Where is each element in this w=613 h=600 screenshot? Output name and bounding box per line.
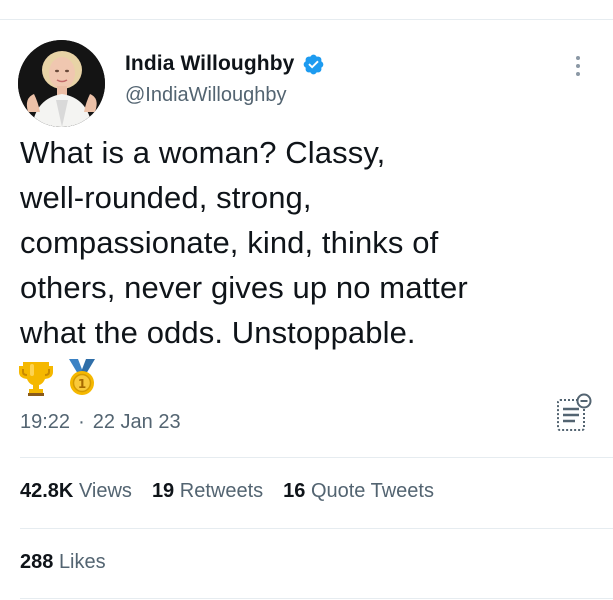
author-display-name[interactable]: India Willoughby <box>125 52 294 76</box>
stats-top-divider <box>20 457 613 458</box>
retweets-count: 19 <box>151 480 175 502</box>
tweet-notes-icon[interactable] <box>555 392 593 434</box>
engagement-stats: 42.8K Views 19 Retweets 16 Quote Tweets <box>20 480 434 503</box>
quote-tweets-label: Quote Tweets <box>310 480 434 502</box>
views-count: 42.8K <box>20 480 74 502</box>
author-handle[interactable]: @IndiaWilloughby <box>125 84 325 107</box>
meta-separator: · <box>78 411 85 433</box>
trophy-icon <box>19 362 53 396</box>
quote-tweets-stat[interactable]: 16 Quote Tweets <box>283 480 434 503</box>
dot <box>576 64 580 68</box>
tweet-text: What is a woman? Classy, well-rounded, s… <box>20 135 468 350</box>
tweet-date[interactable]: 22 Jan 23 <box>93 411 181 434</box>
retweets-label: Retweets <box>179 480 264 502</box>
svg-text:1: 1 <box>78 377 86 391</box>
likes-stat[interactable]: 288 Likes <box>20 551 106 573</box>
tweet-author: India Willoughby @IndiaWilloughby <box>125 52 325 107</box>
retweets-stat[interactable]: 19 Retweets <box>152 480 263 503</box>
author-name-row: India Willoughby <box>125 52 325 76</box>
profile-photo-icon <box>18 40 105 127</box>
stats-bottom-divider <box>20 598 613 599</box>
emoji-row: 1 <box>18 358 100 396</box>
first-place-medal-icon: 1 <box>69 359 95 395</box>
verified-badge-icon[interactable] <box>302 53 325 76</box>
more-options-icon[interactable] <box>568 52 588 80</box>
views-stat[interactable]: 42.8K Views <box>20 480 132 503</box>
stats-middle-divider <box>20 528 613 529</box>
views-label: Views <box>78 480 132 502</box>
top-divider <box>0 19 613 20</box>
dot <box>576 56 580 60</box>
dot <box>576 72 580 76</box>
avatar[interactable] <box>18 40 105 127</box>
tweet-time[interactable]: 19:22 <box>20 411 70 434</box>
likes-count: 288 <box>20 551 54 573</box>
likes-label: Likes <box>58 551 106 573</box>
likes-stats: 288 Likes <box>20 551 106 574</box>
tweet-timestamp: 19:22 · 22 Jan 23 <box>20 411 181 434</box>
quote-tweets-count: 16 <box>283 480 306 502</box>
